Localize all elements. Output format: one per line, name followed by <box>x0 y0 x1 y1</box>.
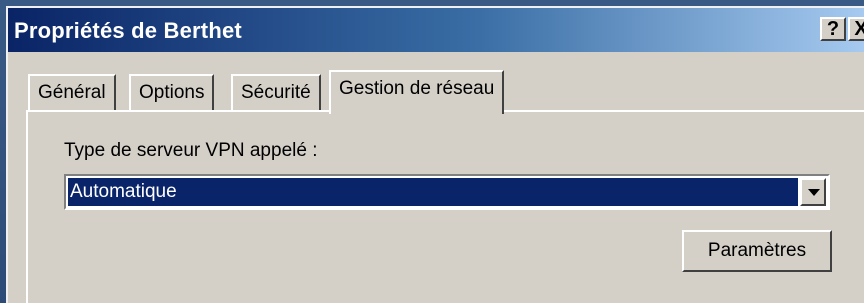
vpn-type-value: Automatique <box>68 178 798 206</box>
tab-networking[interactable]: Gestion de réseau <box>329 70 505 114</box>
tab-options[interactable]: Options <box>129 74 215 112</box>
vpn-type-label: Type de serveur VPN appelé : <box>64 140 318 161</box>
close-button[interactable]: X <box>848 17 864 41</box>
networking-panel: Type de serveur VPN appelé : Automatique… <box>26 110 864 303</box>
settings-button[interactable]: Paramètres <box>682 230 832 272</box>
chevron-down-icon[interactable] <box>800 178 826 206</box>
help-button[interactable]: ? <box>820 17 846 41</box>
title-bar[interactable]: Propriétés de Berthet ? X <box>8 8 864 52</box>
window-title: Propriétés de Berthet <box>14 18 242 43</box>
tab-general[interactable]: Général <box>28 74 116 112</box>
properties-dialog: Propriétés de Berthet ? X Général Option… <box>6 6 864 303</box>
vpn-type-select[interactable]: Automatique <box>64 174 830 210</box>
tab-security[interactable]: Sécurité <box>231 74 321 112</box>
